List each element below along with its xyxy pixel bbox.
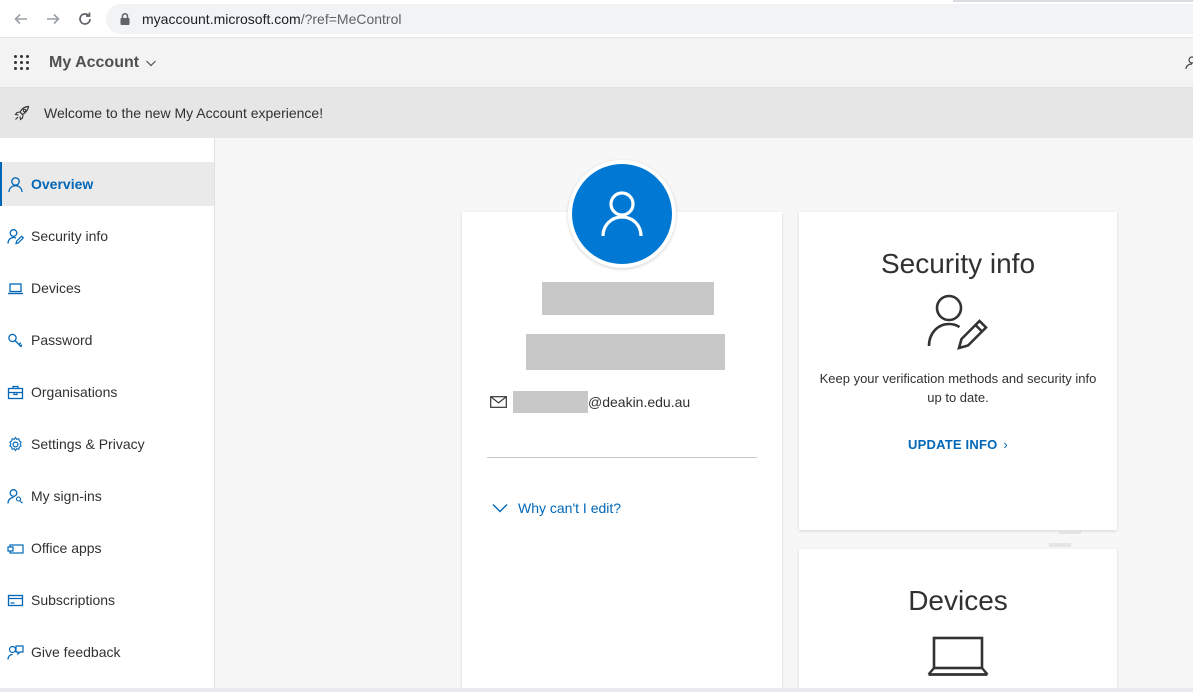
- redacted-email-user: [513, 391, 588, 413]
- gear-icon: [7, 436, 24, 453]
- profile-divider: [487, 457, 757, 458]
- redacted-name: [542, 282, 714, 315]
- sidebar-item-label: Give feedback: [31, 644, 121, 660]
- briefcase-icon: [7, 384, 24, 401]
- redacted-details: [526, 334, 725, 370]
- banner-text: Welcome to the new My Account experience…: [44, 105, 324, 121]
- reload-icon: [79, 12, 91, 25]
- person-edit-icon: [7, 228, 24, 245]
- person-icon: [7, 176, 24, 193]
- sidebar-item-label: Security info: [31, 228, 109, 244]
- person-edit-icon: [927, 294, 988, 350]
- apps-icon: [7, 540, 24, 557]
- update-info-label: UPDATE INFO: [908, 437, 998, 452]
- back-button[interactable]: [10, 8, 32, 30]
- why-cant-i-edit-link[interactable]: Why can't I edit?: [492, 500, 621, 516]
- account-icon[interactable]: [1185, 56, 1193, 70]
- app-header: My Account: [0, 38, 1193, 88]
- devices-card: Devices: [799, 549, 1117, 692]
- avatar-circle: [572, 164, 672, 264]
- sidebar-item-my-sign-ins[interactable]: My sign-ins: [0, 474, 214, 518]
- chevron-down-icon: [146, 60, 157, 67]
- sidebar-item-label: Settings & Privacy: [31, 436, 145, 452]
- drag-handle: [1059, 531, 1081, 534]
- app-title: My Account: [49, 54, 140, 71]
- app-title-menu[interactable]: My Account: [49, 54, 157, 72]
- welcome-banner: Welcome to the new My Account experience…: [0, 88, 1193, 138]
- sidebar-item-overview[interactable]: Overview: [0, 162, 214, 206]
- sidebar-item-settings-privacy[interactable]: Settings & Privacy: [0, 422, 214, 466]
- arrow-left-icon: [14, 13, 27, 25]
- security-info-card: Security info Keep your verification met…: [799, 212, 1117, 530]
- app-launcher-icon[interactable]: [14, 55, 30, 71]
- sidebar-item-label: My sign-ins: [31, 488, 102, 504]
- card-title: Security info: [880, 248, 1036, 279]
- sidebar-item-label: Subscriptions: [31, 592, 116, 608]
- sidebar-item-office-apps[interactable]: Office apps: [0, 526, 214, 570]
- sidebar-item-label: Overview: [31, 176, 94, 192]
- card-description: Keep your verification methods and secur…: [819, 371, 1097, 405]
- feedback-icon: [7, 644, 24, 661]
- arrow-right-icon: [47, 13, 60, 25]
- laptop-icon: [7, 280, 24, 297]
- update-info-link[interactable]: UPDATE INFO ›: [799, 437, 1117, 452]
- sidebar-item-devices[interactable]: Devices: [0, 266, 214, 310]
- rocket-icon: [13, 104, 31, 122]
- chevron-right-icon: ›: [1003, 437, 1008, 452]
- drag-handle: [1049, 543, 1071, 547]
- sidebar-item-label: Office apps: [31, 540, 102, 556]
- sidebar-item-label: Organisations: [31, 384, 118, 400]
- url-path: /?ref=MeControl: [300, 11, 402, 27]
- address-bar[interactable]: myaccount.microsoft.com/?ref=MeControl: [106, 4, 1193, 34]
- tab-strip-edge: [953, 0, 1193, 2]
- window-bottom-edge: [0, 688, 1193, 692]
- reload-button[interactable]: [74, 8, 96, 30]
- url-host: myaccount.microsoft.com: [142, 11, 301, 27]
- laptop-icon: [927, 636, 989, 676]
- card-title: Devices: [908, 585, 1008, 616]
- sidebar-item-label: Devices: [31, 280, 81, 296]
- chevron-down-icon: [492, 504, 508, 513]
- sidebar-item-password[interactable]: Password: [0, 318, 214, 362]
- sidebar-item-security-info[interactable]: Security info: [0, 214, 214, 258]
- sidebar-item-give-feedback[interactable]: Give feedback: [0, 630, 214, 674]
- forward-button[interactable]: [42, 8, 64, 30]
- person-icon: [601, 191, 643, 237]
- avatar: [568, 160, 676, 268]
- email-row: @deakin.edu.au: [490, 390, 690, 414]
- sidebar-nav: Overview Security info Devices Password …: [0, 138, 215, 692]
- why-cant-i-edit-label: Why can't I edit?: [518, 500, 622, 516]
- browser-toolbar: myaccount.microsoft.com/?ref=MeControl: [0, 0, 1193, 38]
- sidebar-item-subscriptions[interactable]: Subscriptions: [0, 578, 214, 622]
- mail-icon: [490, 396, 507, 408]
- person-key-icon: [7, 488, 24, 505]
- card-icon: [7, 592, 24, 609]
- sidebar-item-label: Password: [31, 332, 93, 348]
- key-icon: [7, 332, 24, 349]
- email-domain: @deakin.edu.au: [588, 394, 691, 410]
- lock-icon: [118, 12, 132, 26]
- sidebar-item-organisations[interactable]: Organisations: [0, 370, 214, 414]
